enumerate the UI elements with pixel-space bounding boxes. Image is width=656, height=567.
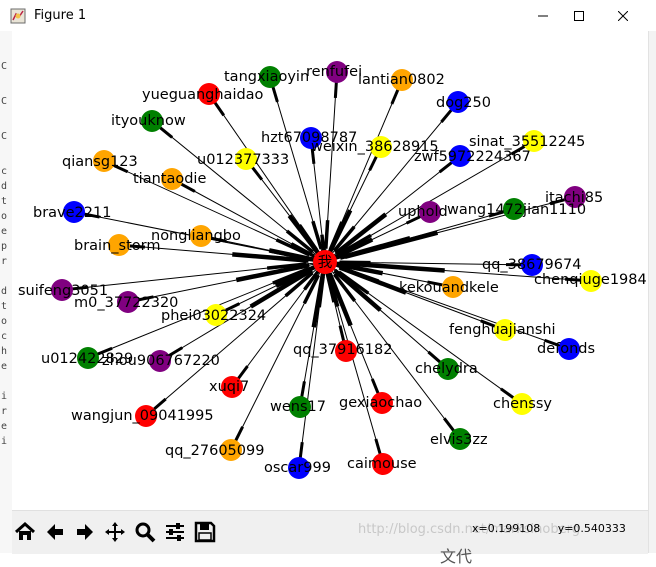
console-char: C [1, 131, 7, 142]
graph-edge-arrow [238, 366, 248, 379]
node-label: wens17 [270, 399, 326, 415]
node-label: brain_storm [74, 238, 160, 254]
node-label: elvis3zz [430, 432, 488, 448]
zoom-icon [134, 521, 156, 543]
node-label: wangjun_09041995 [71, 408, 214, 424]
home-icon [14, 521, 36, 543]
graph-edge-arrow [335, 82, 336, 98]
maximize-icon [574, 11, 584, 21]
back-icon [44, 521, 66, 543]
home-button[interactable] [12, 519, 38, 545]
node-label: nongliangbo [151, 228, 241, 244]
console-char: C [1, 96, 7, 107]
close-button[interactable] [600, 0, 646, 31]
graph-edge-arrow [376, 439, 380, 454]
console-char: d [1, 286, 7, 297]
node-label: oscar999 [264, 460, 331, 476]
node-label: zwf5972224367 [414, 149, 531, 165]
title-bar: Figure 1 [0, 0, 656, 32]
zoom-button[interactable] [132, 519, 158, 545]
console-char: h [1, 346, 7, 357]
node-label: qq_38679674 [482, 257, 581, 273]
console-char: t [1, 196, 7, 207]
graph-edge-arrow [326, 220, 328, 249]
console-char: d [1, 181, 7, 192]
node-label: zhou906767220 [102, 353, 220, 369]
app-icon [10, 8, 26, 24]
console-char: e [1, 421, 7, 432]
node-label: ityouknow [111, 113, 186, 129]
console-char: p [1, 241, 7, 252]
graph-edge-arrow [441, 110, 451, 122]
node-label: chelydra [415, 361, 478, 377]
node-label: yueguanghaidao [142, 87, 264, 103]
configure-subplots-button[interactable] [162, 519, 188, 545]
close-icon [618, 11, 628, 21]
graph-edge-arrow [340, 326, 344, 342]
save-icon [194, 521, 216, 543]
figure-canvas[interactable]: tangxiaoyinrenfufeilantian0802 yueguangha… [12, 31, 648, 510]
node-label: qq_27605099 [165, 443, 264, 459]
graph-edge-arrow [273, 87, 278, 102]
node-label: chenssy [493, 396, 552, 412]
center-node-label: 我 [318, 254, 333, 271]
console-char: o [1, 316, 7, 327]
network-graph: tangxiaoyinrenfufeilantian0802 yueguangha… [12, 31, 648, 510]
graph-edge-arrow [372, 379, 378, 394]
node-label: gexiaochao [339, 395, 422, 411]
node-label: dog250 [436, 95, 491, 111]
forward-icon [74, 521, 96, 543]
node-label: fenghuajianshi [449, 322, 556, 338]
node-label: xuqi7 [209, 379, 249, 395]
window-title: Figure 1 [34, 8, 86, 23]
console-char: i [1, 436, 7, 447]
graph-edge-arrow [215, 102, 224, 115]
cursor-coordinates: x=0.199108 y=0.540333 [472, 522, 626, 535]
node-label: sinat_35512245 [469, 134, 585, 150]
console-char: r [1, 256, 7, 267]
graph-edge-arrow [370, 156, 377, 170]
graph-edge-arrow [300, 442, 302, 458]
configure-subplots-icon [164, 521, 186, 543]
background-right-strip [648, 31, 656, 553]
save-button[interactable] [192, 519, 218, 545]
node-label: brave2211 [33, 205, 111, 221]
cursor-y: y=0.540333 [558, 522, 626, 535]
node-label: qiansg123 [62, 154, 138, 170]
graph-edge-arrow [392, 89, 398, 104]
console-char: o [1, 211, 7, 222]
node-label: renfufei [306, 64, 362, 80]
background-text: 文代 [440, 543, 472, 567]
console-char: i [1, 391, 7, 402]
node-label: uphold [398, 204, 448, 220]
node-label: tiantaodie [133, 171, 206, 187]
node-label: wang1472jian1110 [447, 202, 586, 218]
node-label: qq_37916182 [293, 342, 392, 358]
back-button[interactable] [42, 519, 68, 545]
node-label: caimouse [347, 456, 417, 472]
graph-edge-arrow [235, 427, 242, 441]
console-char: c [1, 331, 7, 342]
node-label: u012377333 [197, 152, 289, 168]
node-label: kekouandkele [399, 280, 499, 296]
graph-edge-arrow [302, 381, 305, 397]
console-char: e [1, 226, 7, 237]
node-label: lantian0802 [358, 72, 445, 88]
pan-icon [104, 521, 126, 543]
node-label: tangxiaoyin [224, 69, 309, 85]
console-char: c [1, 166, 7, 177]
minimize-icon [538, 11, 548, 21]
console-char: C [1, 61, 7, 72]
maximize-button[interactable] [556, 0, 602, 31]
console-char: e [1, 361, 7, 372]
console-char: t [1, 301, 7, 312]
forward-button[interactable] [72, 519, 98, 545]
cursor-x: x=0.199108 [472, 522, 540, 535]
graph-edge-arrow [444, 418, 454, 431]
pan-button[interactable] [102, 519, 128, 545]
node-label: defonds [537, 341, 595, 357]
console-char: r [1, 406, 7, 417]
node-label: phei03022324 [161, 308, 266, 324]
node-label: chenqiuge1984 [534, 272, 647, 288]
